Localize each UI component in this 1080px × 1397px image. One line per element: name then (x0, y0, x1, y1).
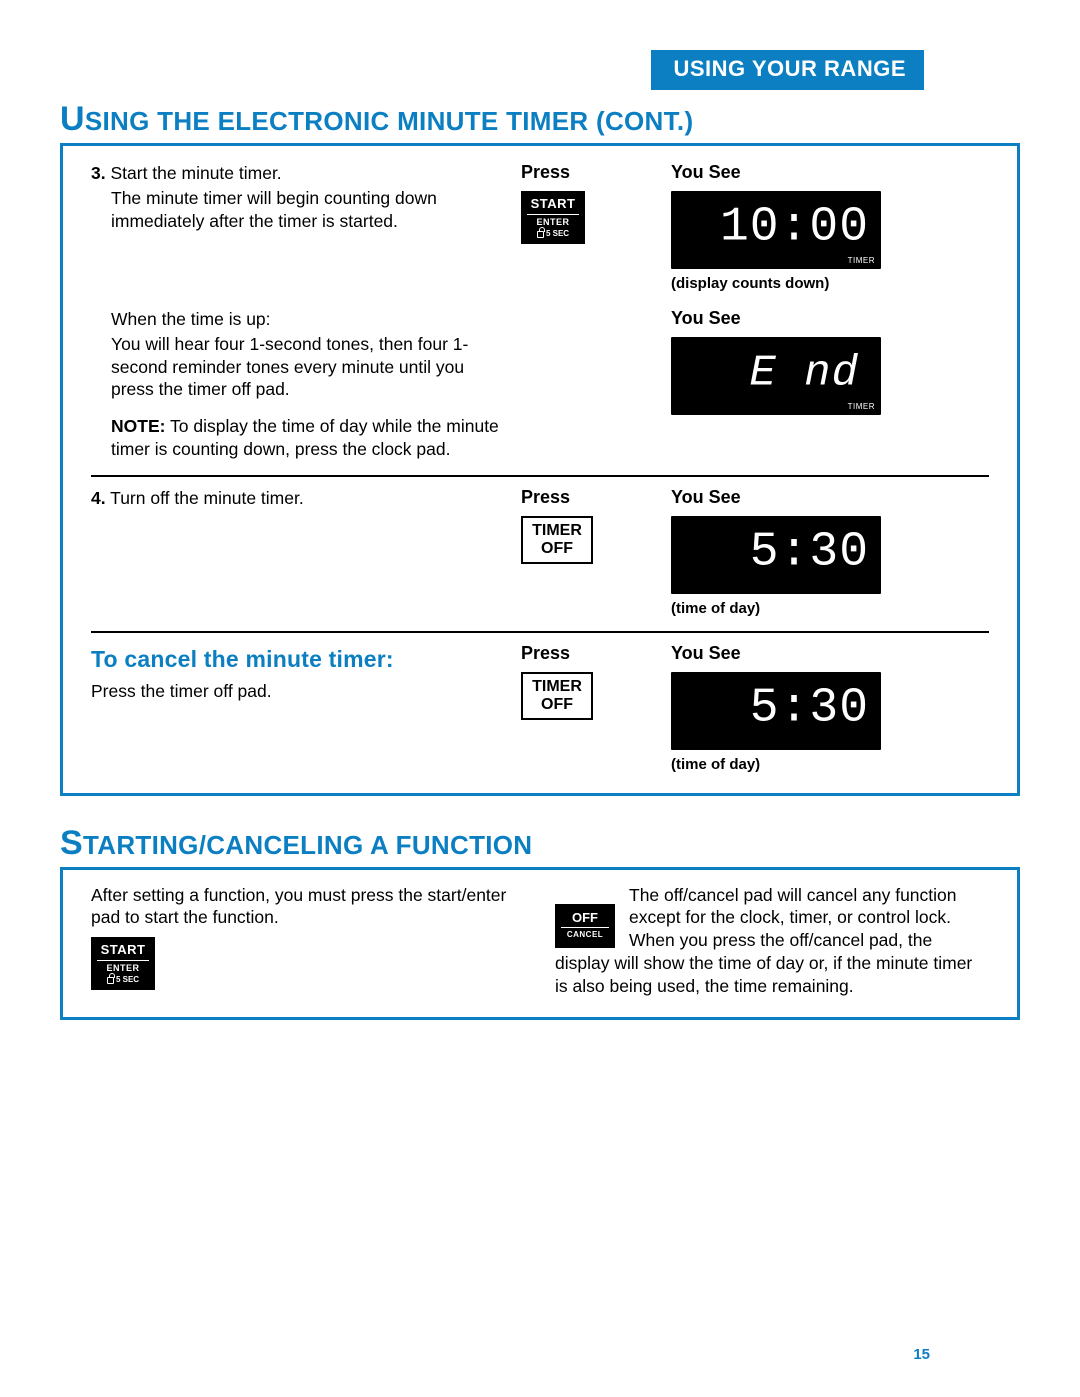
display-end-tag: TIMER (848, 402, 875, 411)
whenup-see-col: You See E nd TIMER (671, 308, 989, 415)
step-3-see-col: You See 10:00 TIMER (display counts down… (671, 162, 989, 292)
display-timeofday: 5:30 (671, 516, 881, 594)
title2-drop-cap: S (60, 824, 83, 862)
start-enter-pad[interactable]: START ENTER 5 SEC (521, 191, 585, 244)
cancel-body: Press the timer off pad. (91, 680, 501, 703)
display-tag: TIMER (848, 256, 875, 265)
title2-rest: TARTING/CANCELING A FUNCTION (83, 830, 532, 860)
step-3-lead: Start the minute timer. (110, 163, 281, 183)
display-timeofday-2: 5:30 (671, 672, 881, 750)
cancel-see-col: You See 5:30 (time of day) (671, 643, 989, 773)
page-number: 15 (913, 1346, 930, 1363)
step-4-see-col: You See 5:30 (time of day) (671, 487, 989, 617)
press-heading-3: Press (521, 643, 651, 664)
pad2-line-enter: ENTER (97, 963, 149, 973)
left-col: After setting a function, you must press… (91, 884, 525, 998)
display-value: 10:00 (720, 200, 869, 254)
pad-line-enter: ENTER (527, 217, 579, 227)
step-4-press-col: Press TIMER OFF (521, 487, 651, 565)
timer-off-pad-2[interactable]: TIMER OFF (521, 672, 593, 721)
display-530: 5:30 (750, 525, 869, 579)
off-cancel-pad[interactable]: OFF CANCEL (555, 904, 615, 948)
pad-line-5sec: 5 SEC (527, 229, 579, 238)
display-caption: (display counts down) (671, 275, 989, 292)
display-530-2: 5:30 (750, 681, 869, 735)
timer-off-pad[interactable]: TIMER OFF (521, 516, 593, 565)
section-title-1: USING THE ELECTRONIC MINUTE TIMER (CONT.… (60, 100, 1020, 139)
title-drop-cap: U (60, 100, 85, 138)
display-end: E nd TIMER (671, 337, 881, 415)
press-heading: Press (521, 162, 651, 183)
press-heading-2: Press (521, 487, 651, 508)
cancel-instructions: To cancel the minute timer: Press the ti… (91, 643, 501, 704)
display-end-value: E nd (749, 349, 859, 399)
whenup-body: You will hear four 1-second tones, then … (111, 333, 501, 401)
timer-pad-l1: TIMER (527, 522, 587, 540)
yousee-heading: You See (671, 162, 989, 183)
step-4-instructions: 4. Turn off the minute timer. (91, 487, 501, 510)
step-4-num: 4. (91, 488, 106, 508)
left-text: After setting a function, you must press… (91, 885, 506, 928)
note-text: To display the time of day while the min… (111, 416, 499, 459)
step-3-press-col: Press START ENTER 5 SEC (521, 162, 651, 244)
divider-1 (91, 475, 989, 477)
right-col: OFF CANCEL The off/cancel pad will cance… (555, 884, 989, 998)
yousee-heading-4: You See (671, 643, 989, 664)
display-530-caption: (time of day) (671, 600, 989, 617)
display-530-2-caption: (time of day) (671, 756, 989, 773)
display-countdown: 10:00 TIMER (671, 191, 881, 269)
note-label: NOTE: (111, 416, 165, 436)
cancel-row: To cancel the minute timer: Press the ti… (91, 641, 989, 773)
timer-pad2-l2: OFF (527, 696, 587, 714)
offcancel-l1: OFF (561, 911, 609, 929)
cancel-heading: To cancel the minute timer: (91, 645, 501, 675)
step-3-body: The minute timer will begin counting dow… (111, 187, 501, 233)
divider-2 (91, 631, 989, 633)
header: USING YOUR RANGE (60, 50, 1020, 86)
offcancel-l2: CANCEL (561, 930, 609, 939)
pad2-line-start: START (97, 943, 149, 961)
section-tab: USING YOUR RANGE (651, 50, 924, 90)
start-enter-pad-2[interactable]: START ENTER 5 SEC (91, 937, 155, 990)
cancel-press-col: Press TIMER OFF (521, 643, 651, 721)
step-4-row: 4. Turn off the minute timer. Press TIME… (91, 485, 989, 617)
right-text: The off/cancel pad will cancel any funct… (555, 885, 972, 996)
pad-line-start: START (527, 197, 579, 215)
whenup-lead: When the time is up: (111, 308, 501, 331)
panel-1: 3. Start the minute timer. The minute ti… (60, 143, 1020, 796)
timer-pad2-l1: TIMER (527, 678, 587, 696)
lock-icon (537, 231, 544, 238)
step-3-row: 3. Start the minute timer. The minute ti… (91, 160, 989, 292)
lock-icon-2 (107, 977, 114, 984)
step-4-lead: Turn off the minute timer. (110, 488, 304, 508)
pad-5sec-text: 5 SEC (546, 229, 569, 238)
step-3-instructions: 3. Start the minute timer. The minute ti… (91, 162, 501, 232)
panel-2: After setting a function, you must press… (60, 867, 1020, 1021)
pad2-5sec-text: 5 SEC (116, 975, 139, 984)
yousee-heading-2: You See (671, 308, 989, 329)
section-title-2: STARTING/CANCELING A FUNCTION (60, 824, 1020, 863)
timer-pad-l2: OFF (527, 540, 587, 558)
whenup-note: NOTE: To display the time of day while t… (111, 415, 501, 461)
title-rest: SING THE ELECTRONIC MINUTE TIMER (CONT.) (85, 106, 694, 136)
whenup-row: When the time is up: You will hear four … (91, 306, 989, 461)
page: USING YOUR RANGE USING THE ELECTRONIC MI… (0, 0, 1080, 1397)
step-3-num: 3. (91, 163, 106, 183)
whenup-instructions: When the time is up: You will hear four … (91, 308, 501, 461)
yousee-heading-3: You See (671, 487, 989, 508)
pad2-line-5sec: 5 SEC (97, 975, 149, 984)
two-column: After setting a function, you must press… (91, 884, 989, 998)
